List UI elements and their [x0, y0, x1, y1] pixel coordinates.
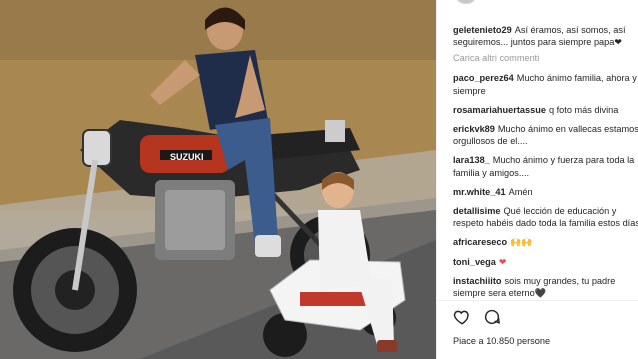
motorcycle-logo: SUZUKI — [170, 152, 204, 162]
comment-item: instachiiito sois muy grandes, tu padre s… — [453, 275, 638, 299]
comment-item: paco_perez64 Mucho ánimo familia, ahora y… — [453, 72, 638, 96]
comment-username[interactable]: toni_vega — [453, 257, 496, 267]
comment-username[interactable]: instachiiito — [453, 276, 502, 286]
comment-item: africareseco 🙌🙌 — [453, 236, 638, 248]
comment-username[interactable]: geletenieto29 — [453, 25, 512, 35]
comment-text: q foto más divina — [548, 104, 619, 115]
comment-list: geletenieto29 Así éramos, así somos, así … — [453, 24, 638, 306]
comment-username[interactable]: lara138_ — [453, 155, 490, 165]
comment-text: Amén — [508, 186, 533, 197]
comment-item: lara138_ Mucho ánimo y fuerza para toda l… — [453, 154, 638, 178]
comment-icon[interactable] — [483, 308, 501, 326]
comments-panel: geletenieto29 Así éramos, así somos, así … — [436, 0, 638, 359]
load-more-comments-link[interactable]: Carica altri commenti — [453, 53, 638, 63]
post-photo: SUZUKI — [0, 0, 436, 359]
comment-username[interactable]: paco_perez64 — [453, 73, 514, 83]
comment-text: ❤ — [498, 256, 507, 267]
comment-item: erickvk89 Mucho ánimo en vallecas estamos… — [453, 123, 638, 147]
comment-username[interactable]: erickvk89 — [453, 124, 495, 134]
comment-item: detallisime Qué lección de educación y re… — [453, 205, 638, 229]
comment-username[interactable]: mr.white_41 — [453, 187, 506, 197]
comment-item: toni_vega ❤ — [453, 256, 638, 268]
comment-text: 🙌🙌 — [510, 237, 533, 248]
avatar[interactable] — [455, 0, 477, 4]
comment-username[interactable]: detallisime — [453, 206, 501, 216]
comment-item: rosamariahuertassue q foto más divina — [453, 104, 638, 116]
comment-username[interactable]: rosamariahuertassue — [453, 105, 546, 115]
action-icons — [453, 307, 623, 327]
likes-count[interactable]: Piace a 10.850 persone — [453, 336, 623, 346]
photo-illustration: SUZUKI — [0, 0, 436, 359]
heart-icon[interactable] — [453, 308, 471, 326]
post-actions: Piace a 10.850 persone — [437, 300, 638, 359]
comment-item: geletenieto29 Así éramos, así somos, así … — [453, 24, 638, 48]
comment-item: mr.white_41 Amén — [453, 186, 638, 198]
comment-username[interactable]: africareseco — [453, 237, 507, 247]
